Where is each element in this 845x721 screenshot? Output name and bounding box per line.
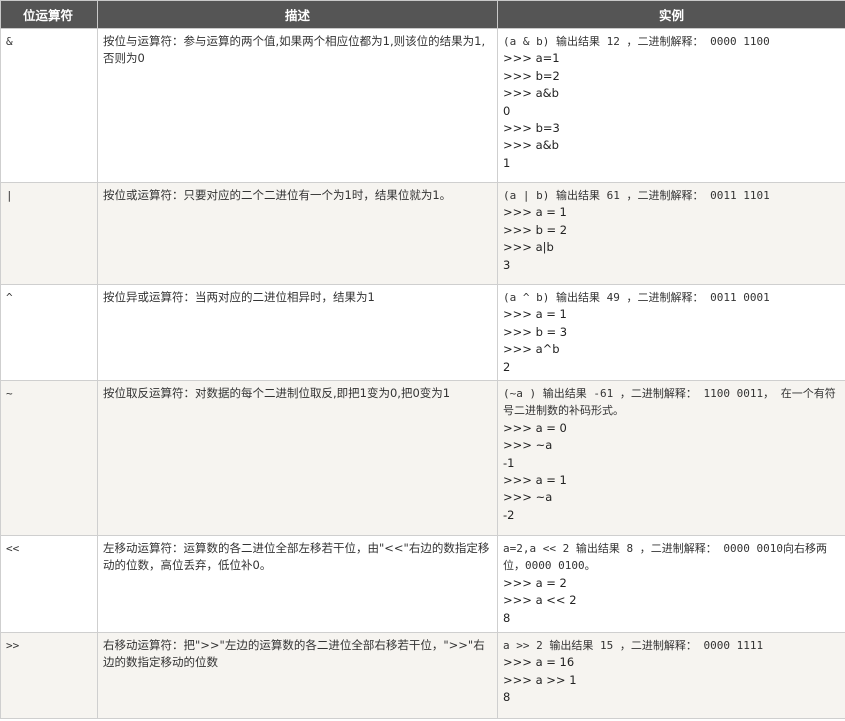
example-line: >>> a&b (503, 86, 559, 101)
description-cell: 按位取反运算符：对数据的每个二进制位取反,即把1变为0,把0变为1 (97, 380, 498, 536)
example-line: 8 (503, 690, 511, 705)
description-cell: 按位异或运算符：当两对应的二进位相异时，结果为1 (97, 284, 498, 381)
example-line: -2 (503, 507, 515, 522)
description-cell: 按位与运算符：参与运算的两个值,如果两个相应位都为1,则该位的结果为1,否则为0 (97, 28, 498, 183)
header-description: 描述 (97, 0, 498, 29)
operator-cell: & (0, 28, 98, 183)
example-line: >>> a = 0 (503, 420, 567, 435)
example-line: a=2,a << 2 输出结果 8 ，二进制解释： 0000 0010向右移两位… (503, 542, 827, 573)
description-cell: 左移动运算符：运算数的各二进位全部左移若干位，由"<<"右边的数指定移动的位数，… (97, 535, 498, 633)
example-line: >>> b=3 (503, 121, 560, 136)
example-line: >>> ~a (503, 438, 553, 453)
example-line: >>> a = 2 (503, 575, 567, 590)
example-cell: a=2,a << 2 输出结果 8 ，二进制解释： 0000 0010向右移两位… (497, 535, 845, 633)
example-line: 0 (503, 103, 511, 118)
description-cell: 按位或运算符：只要对应的二个二进位有一个为1时，结果位就为1。 (97, 182, 498, 285)
example-line: 8 (503, 610, 511, 625)
example-line: >>> a = 16 (503, 655, 575, 670)
table-row: | 按位或运算符：只要对应的二个二进位有一个为1时，结果位就为1。 (a | b… (0, 182, 845, 285)
example-cell: (a | b) 输出结果 61 ，二进制解释： 0011 1101 >>> a … (497, 182, 845, 285)
example-line: >>> a&b (503, 138, 559, 153)
example-line: >>> b = 3 (503, 324, 568, 339)
example-line: 1 (503, 155, 511, 170)
example-line: >>> a=1 (503, 51, 560, 66)
operator-cell: ~ (0, 380, 98, 536)
operator-cell: ^ (0, 284, 98, 381)
example-line: >>> a = 1 (503, 473, 567, 488)
operator-cell: << (0, 535, 98, 633)
example-line: >>> a = 1 (503, 307, 567, 322)
example-cell: (a & b) 输出结果 12 ，二进制解释： 0000 1100 >>> a=… (497, 28, 845, 183)
example-cell: (a ^ b) 输出结果 49 ，二进制解释： 0011 0001 >>> a … (497, 284, 845, 381)
example-line: >>> b=2 (503, 68, 560, 83)
example-cell: a >> 2 输出结果 15 ，二进制解释： 0000 1111 >>> a =… (497, 632, 845, 719)
table-header-row: 位运算符 描述 实例 (0, 0, 845, 29)
example-line: -1 (503, 455, 515, 470)
operator-cell: | (0, 182, 98, 285)
example-line: >>> a|b (503, 240, 554, 255)
header-example: 实例 (497, 0, 845, 29)
example-line: (~a ) 输出结果 -61 ，二进制解释： 1100 0011， 在一个有符号… (503, 387, 836, 418)
example-line: 2 (503, 359, 511, 374)
table-row: >> 右移动运算符：把">>"左边的运算数的各二进位全部右移若干位，">>"右边… (0, 632, 845, 719)
example-line: >>> a^b (503, 342, 560, 357)
description-cell: 右移动运算符：把">>"左边的运算数的各二进位全部右移若干位，">>"右边的数指… (97, 632, 498, 719)
bitwise-operators-table: 位运算符 描述 实例 & 按位与运算符：参与运算的两个值,如果两个相应位都为1,… (0, 0, 845, 719)
table-row: ^ 按位异或运算符：当两对应的二进位相异时，结果为1 (a ^ b) 输出结果 … (0, 284, 845, 381)
example-line: (a | b) 输出结果 61 ，二进制解释： 0011 1101 (503, 189, 770, 202)
example-cell: (~a ) 输出结果 -61 ，二进制解释： 1100 0011， 在一个有符号… (497, 380, 845, 536)
example-line: >>> b = 2 (503, 222, 568, 237)
example-line: >>> a = 1 (503, 205, 567, 220)
example-line: (a ^ b) 输出结果 49 ，二进制解释： 0011 0001 (503, 291, 770, 304)
table-row: ~ 按位取反运算符：对数据的每个二进制位取反,即把1变为0,把0变为1 (~a … (0, 380, 845, 536)
operator-cell: >> (0, 632, 98, 719)
example-line: (a & b) 输出结果 12 ，二进制解释： 0000 1100 (503, 35, 770, 48)
example-line: >>> a >> 1 (503, 672, 577, 687)
table-row: << 左移动运算符：运算数的各二进位全部左移若干位，由"<<"右边的数指定移动的… (0, 535, 845, 633)
example-line: >>> a << 2 (503, 593, 577, 608)
table-row: & 按位与运算符：参与运算的两个值,如果两个相应位都为1,则该位的结果为1,否则… (0, 28, 845, 183)
header-operator: 位运算符 (0, 0, 98, 29)
example-line: a >> 2 输出结果 15 ，二进制解释： 0000 1111 (503, 639, 764, 652)
example-line: 3 (503, 257, 511, 272)
example-line: >>> ~a (503, 490, 553, 505)
